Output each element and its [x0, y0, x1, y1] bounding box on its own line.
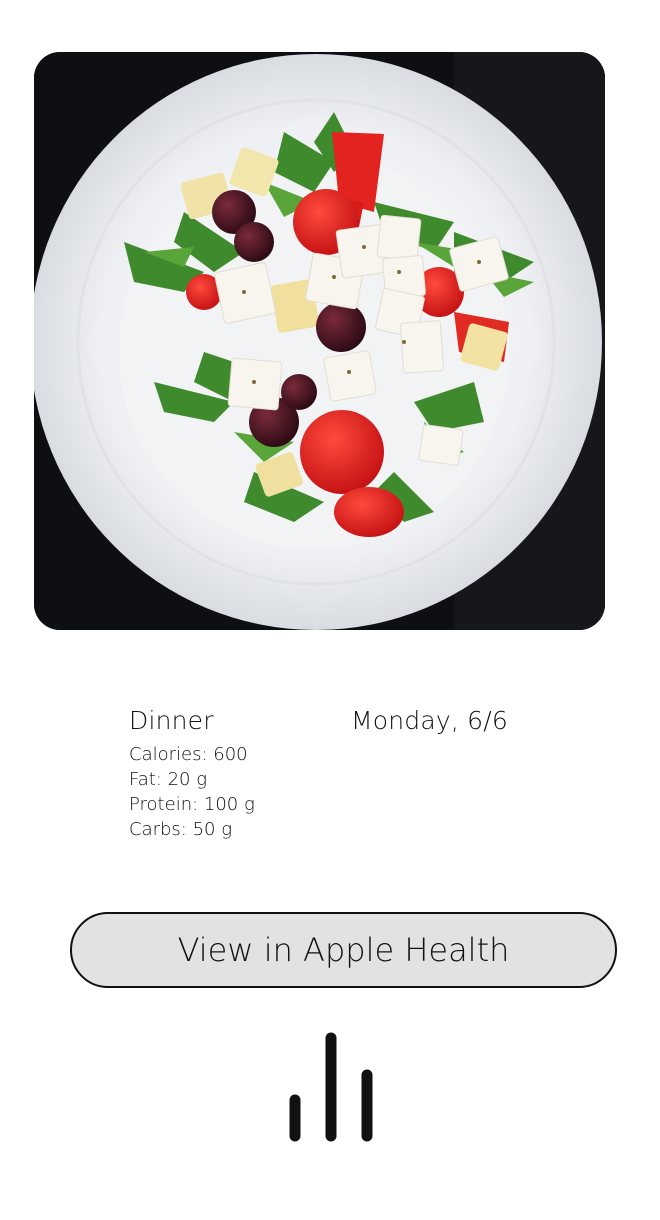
protein-value: Protein: 100 g	[129, 794, 255, 815]
health-button-label: View in Apple Health	[177, 931, 510, 969]
meal-name: Dinner	[129, 706, 214, 735]
carbs-value: Carbs: 50 g	[129, 819, 233, 840]
view-in-apple-health-button[interactable]: View in Apple Health	[70, 912, 617, 988]
fat-value: Fat: 20 g	[129, 769, 208, 790]
calories-value: Calories: 600	[129, 744, 248, 765]
meal-date: Monday, 6/6	[351, 706, 509, 735]
salad-plate-photo	[34, 52, 605, 630]
meal-photo	[34, 52, 605, 630]
audio-bars-icon[interactable]	[285, 1030, 380, 1145]
nutrient-list: Calories: 600 Fat: 20 g Protein: 100 g C…	[129, 742, 255, 842]
